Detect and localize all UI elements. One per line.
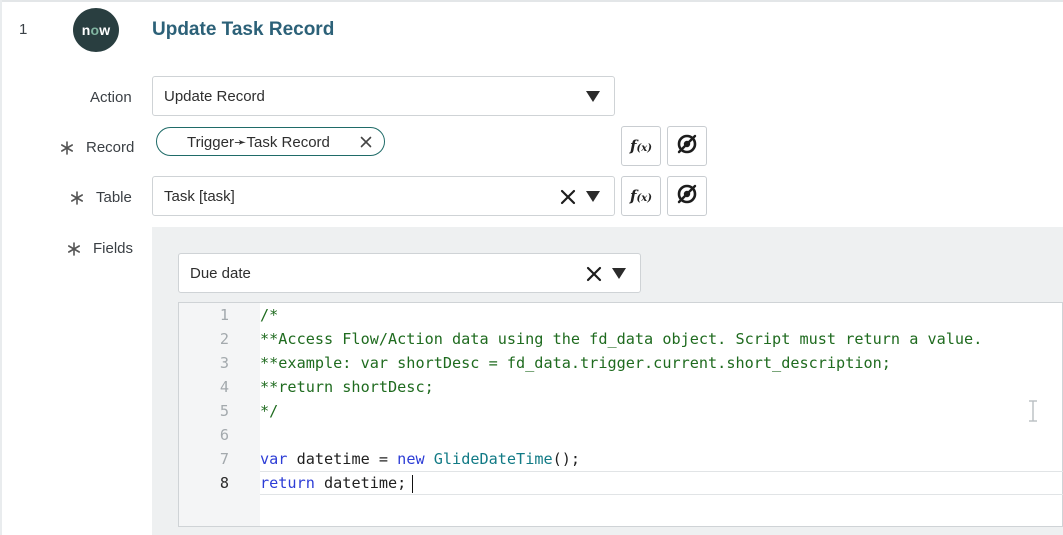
code-token: */ bbox=[260, 402, 279, 420]
code-token: GlideDateTime bbox=[433, 450, 553, 468]
code-line[interactable]: 4 **return shortDesc; bbox=[179, 375, 1063, 399]
action-select-value: Update Record bbox=[164, 87, 265, 105]
left-border bbox=[0, 0, 2, 535]
code-text[interactable]: var datetime = new GlideDateTime(); bbox=[260, 447, 580, 471]
code-token: /* bbox=[260, 306, 279, 324]
line-number: 7 bbox=[219, 450, 229, 468]
line-number: 2 bbox=[219, 330, 229, 348]
asterisk-icon bbox=[70, 190, 84, 205]
code-token: datetime; bbox=[314, 474, 407, 492]
close-x-icon[interactable] bbox=[586, 266, 602, 282]
record-script-toggle-button[interactable]: f(x) bbox=[621, 126, 661, 166]
line-number: 8 bbox=[219, 474, 229, 492]
record-data-pill[interactable]: Trigger➛Task Record bbox=[156, 127, 385, 156]
code-text[interactable]: return datetime; bbox=[260, 471, 406, 495]
fx-icon: f(x) bbox=[630, 187, 652, 205]
code-text[interactable]: **example: var shortDesc = fd_data.trigg… bbox=[260, 351, 891, 375]
code-line[interactable]: 5 */ bbox=[179, 399, 1063, 423]
code-text[interactable]: **Access Flow/Action data using the fd_d… bbox=[260, 327, 982, 351]
code-token: return bbox=[260, 474, 315, 492]
fx-sub: (x) bbox=[636, 193, 652, 204]
logo-letter-w: w bbox=[99, 22, 111, 38]
code-text[interactable]: /* bbox=[260, 303, 278, 327]
fields-label: Fields bbox=[67, 240, 133, 257]
data-pill-icon bbox=[676, 133, 698, 160]
triangle-down-icon[interactable] bbox=[612, 268, 626, 279]
line-number: 5 bbox=[219, 402, 229, 420]
line-number: 6 bbox=[219, 426, 229, 444]
record-label-text: Record bbox=[86, 139, 135, 156]
triangle-down-icon bbox=[586, 91, 600, 102]
table-select[interactable]: Task [task] bbox=[152, 176, 615, 216]
field-select[interactable]: Due date bbox=[178, 253, 641, 293]
script-editor[interactable]: 1 /* 2 **Access Flow/Action data using the … bbox=[178, 302, 1063, 527]
code-line[interactable]: 7 var datetime = new GlideDateTime(); bbox=[179, 447, 1063, 471]
step-number: 1 bbox=[19, 21, 28, 38]
record-data-pill-picker-button[interactable] bbox=[667, 126, 707, 166]
close-x-icon[interactable] bbox=[360, 135, 372, 148]
code-token: **Access Flow/Action data using the fd_d… bbox=[260, 330, 983, 348]
code-line[interactable]: 3 **example: var shortDesc = fd_data.trig… bbox=[179, 351, 1063, 375]
line-number: 4 bbox=[219, 378, 229, 396]
triangle-down-icon[interactable] bbox=[586, 191, 600, 202]
code-token: new bbox=[397, 450, 425, 468]
table-select-value: Task [task] bbox=[164, 187, 235, 205]
record-label: Record bbox=[60, 139, 134, 156]
field-select-value: Due date bbox=[190, 264, 251, 282]
fx-icon: f(x) bbox=[630, 137, 652, 155]
code-text[interactable]: **return shortDesc; bbox=[260, 375, 434, 399]
servicenow-logo: now bbox=[73, 8, 119, 52]
fields-label-text: Fields bbox=[93, 240, 134, 257]
line-number: 1 bbox=[219, 306, 229, 324]
top-border bbox=[0, 0, 1063, 2]
line-number: 3 bbox=[219, 354, 229, 372]
table-script-toggle-button[interactable]: f(x) bbox=[621, 176, 661, 216]
text-caret bbox=[412, 475, 413, 493]
ibeam-cursor-icon bbox=[1027, 399, 1039, 423]
code-line[interactable]: 1 /* bbox=[179, 303, 1063, 327]
data-pill-icon bbox=[676, 183, 698, 210]
record-pill-text: Trigger➛Task Record bbox=[187, 133, 330, 151]
code-token: **return shortDesc; bbox=[260, 378, 434, 396]
code-token: (); bbox=[552, 450, 581, 468]
code-token: datetime = bbox=[287, 450, 398, 468]
code-text[interactable]: */ bbox=[260, 399, 278, 423]
table-data-pill-picker-button[interactable] bbox=[667, 176, 707, 216]
code-token: var bbox=[260, 450, 288, 468]
step-title[interactable]: Update Task Record bbox=[152, 19, 334, 41]
close-x-icon[interactable] bbox=[560, 189, 576, 205]
fx-sub: (x) bbox=[636, 143, 652, 154]
action-label: Action bbox=[90, 89, 132, 106]
code-line[interactable]: 8 return datetime; bbox=[179, 471, 1063, 495]
action-select[interactable]: Update Record bbox=[152, 76, 615, 116]
logo-letter-o: o bbox=[90, 22, 100, 38]
code-token: **example: var shortDesc = fd_data.trigg… bbox=[260, 354, 891, 372]
asterisk-icon bbox=[67, 241, 81, 256]
table-label: Table bbox=[70, 189, 132, 206]
logo-letter-n: n bbox=[81, 22, 91, 38]
table-label-text: Table bbox=[96, 189, 132, 206]
code-line[interactable]: 2 **Access Flow/Action data using the fd_… bbox=[179, 327, 1063, 351]
asterisk-icon bbox=[60, 140, 74, 155]
code-line[interactable]: 6 bbox=[179, 423, 1063, 447]
